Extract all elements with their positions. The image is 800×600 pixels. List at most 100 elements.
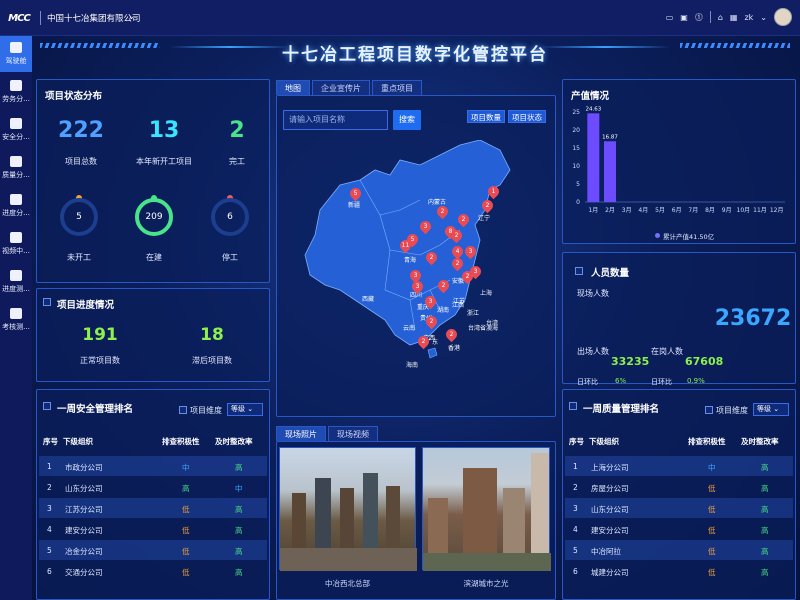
project-pin[interactable]: 2 <box>459 268 476 285</box>
site-photo[interactable] <box>279 447 417 571</box>
chevron-down-icon[interactable]: ⌄ <box>760 13 767 22</box>
project-pin[interactable]: 4 <box>449 243 466 260</box>
tab-key-projects[interactable]: 重点项目 <box>372 80 422 95</box>
pin-count: 4 <box>455 248 460 255</box>
row-activity: 高 <box>182 484 190 493</box>
table-row[interactable]: 4 建安分公司 低 高 <box>565 519 793 539</box>
row-activity: 中 <box>708 463 716 472</box>
project-count-button[interactable]: 项目数量 <box>467 110 505 123</box>
pin-count: 2 <box>440 208 445 215</box>
avatar[interactable] <box>774 8 792 26</box>
province-label: 新疆 <box>348 202 361 209</box>
sidebar-item-labor[interactable]: 劳务分... <box>0 74 32 110</box>
onsite-label: 现场人数 <box>577 289 609 298</box>
project-pin[interactable]: 2 <box>434 203 451 220</box>
y-tick-label: 10 <box>572 163 580 170</box>
project-search-input[interactable]: 请输入项目名称 <box>283 110 388 130</box>
sidebar-item-progress[interactable]: 进度分... <box>0 188 32 224</box>
sidebar-item-cockpit[interactable]: 驾驶舱 <box>0 36 32 72</box>
pin-count: 2 <box>455 260 460 267</box>
tab-promo-video[interactable]: 企业宣传片 <box>312 80 370 95</box>
level-select[interactable]: 等级 ⌄ <box>753 403 789 416</box>
x-tick-label: 4月 <box>638 207 648 214</box>
table-row[interactable]: 3 江苏分公司 低 高 <box>39 498 267 518</box>
table-row[interactable]: 4 建安分公司 低 高 <box>39 519 267 539</box>
in-label: 在岗人数 <box>651 347 683 356</box>
dimension-checkbox[interactable] <box>179 406 187 414</box>
dimension-checkbox[interactable] <box>705 406 713 414</box>
bar-data-label: 16.87 <box>602 134 618 140</box>
project-pin[interactable]: 1 <box>485 183 502 200</box>
row-activity: 低 <box>708 484 716 493</box>
search-button[interactable]: 搜索 <box>393 110 421 130</box>
screen-icon[interactable]: ▣ <box>680 13 688 22</box>
title-decoration-left <box>40 43 160 48</box>
table-row[interactable]: 6 城建分公司 低 高 <box>565 561 793 581</box>
user-name[interactable]: zk <box>744 13 753 22</box>
building-illustration <box>280 473 417 571</box>
column-header[interactable]: 及时整改率 <box>741 436 779 447</box>
info-icon[interactable]: ⓵ <box>695 12 703 23</box>
table-row[interactable]: 1 上海分公司 中 高 <box>565 456 793 476</box>
sidebar-item-video[interactable]: 视频中... <box>0 226 32 262</box>
column-header[interactable]: 排查积极性 <box>162 436 200 447</box>
site-photo[interactable] <box>422 447 551 571</box>
project-pin[interactable]: 3 <box>409 278 426 295</box>
tab-site-photos[interactable]: 现场照片 <box>276 426 326 441</box>
chevron-down-icon[interactable]: ⌄ <box>128 12 135 21</box>
table-row[interactable]: 1 市政分公司 中 高 <box>39 456 267 476</box>
table-row[interactable]: 2 房屋分公司 低 高 <box>565 477 793 497</box>
sidebar-item-assessment[interactable]: 考核测... <box>0 302 32 338</box>
level-select[interactable]: 等级 ⌄ <box>227 403 263 416</box>
project-pin[interactable]: 2 <box>448 227 465 244</box>
sidebar-item-progress-test[interactable]: 进度测... <box>0 264 32 300</box>
row-org: 中冶阿拉 <box>591 547 621 556</box>
sidebar-item-quality[interactable]: 质量分... <box>0 150 32 186</box>
project-pin[interactable]: 5 <box>347 185 364 202</box>
project-pin[interactable]: 11 <box>397 237 414 254</box>
new-projects-value: 13 <box>148 118 180 143</box>
project-pin[interactable]: 2 <box>423 249 440 266</box>
grid-icon[interactable]: ▦ <box>730 13 738 22</box>
y-tick-label: 5 <box>576 181 580 188</box>
column-header[interactable]: 及时整改率 <box>215 436 253 447</box>
table-row[interactable]: 6 交通分公司 低 高 <box>39 561 267 581</box>
row-activity: 低 <box>182 547 190 556</box>
pin-count: 3 <box>423 223 428 230</box>
x-tick-label: 10月 <box>737 207 751 214</box>
hainan-island <box>427 347 438 359</box>
column-header: 序号 <box>43 437 58 446</box>
home-icon[interactable]: ⌂ <box>718 13 723 22</box>
tab-site-videos[interactable]: 现场视频 <box>328 426 378 441</box>
legend-label: 累计产值41.50亿 <box>663 233 715 241</box>
project-pin[interactable]: 3 <box>422 293 439 310</box>
project-pin[interactable]: 2 <box>435 277 452 294</box>
project-pin[interactable]: 2 <box>415 333 432 350</box>
column-header[interactable]: 排查积极性 <box>688 436 726 447</box>
table-row[interactable]: 5 冶金分公司 低 高 <box>39 540 267 560</box>
tab-map[interactable]: 地图 <box>276 80 310 95</box>
column-header: 下级组织 <box>589 437 619 446</box>
map-tabs: 地图 企业宣传片 重点项目 <box>276 80 422 95</box>
table-row[interactable]: 5 中冶阿拉 低 高 <box>565 540 793 560</box>
project-pin[interactable]: 2 <box>443 326 460 343</box>
row-org: 交通分公司 <box>65 568 103 577</box>
project-status-button[interactable]: 项目状态 <box>508 110 546 123</box>
done-projects-value: 2 <box>229 118 245 143</box>
project-pin[interactable]: 3 <box>417 218 434 235</box>
monitor-icon[interactable]: ▭ <box>666 13 674 22</box>
panel-title: 人员数量 <box>591 268 630 279</box>
project-pin[interactable]: 2 <box>455 211 472 228</box>
row-index: 6 <box>47 567 52 576</box>
project-status-panel: 项目状态分布 222 项目总数 13 本年新开工项目 2 完工 5 未开工 20… <box>36 79 270 283</box>
exit-label: 出场人数 <box>577 347 609 356</box>
in-value: 67608 <box>685 355 724 368</box>
table-row[interactable]: 2 山东分公司 高 中 <box>39 477 267 497</box>
table-row[interactable]: 3 山东分公司 低 高 <box>565 498 793 518</box>
sidebar-item-safety[interactable]: 安全分... <box>0 112 32 148</box>
company-selector[interactable]: 中国十七冶集团有限公司 <box>47 12 141 24</box>
project-pin[interactable]: 3 <box>462 243 479 260</box>
project-pin[interactable]: 2 <box>423 313 440 330</box>
project-pin[interactable]: 2 <box>479 197 496 214</box>
total-projects-value: 222 <box>58 118 104 143</box>
